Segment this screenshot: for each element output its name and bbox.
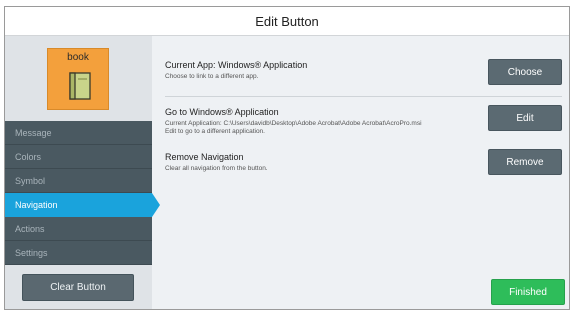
sidebar-item-navigation[interactable]: Navigation — [5, 193, 160, 217]
button-preview[interactable]: book — [47, 48, 109, 110]
book-icon — [69, 72, 91, 100]
sidebar-item-colors[interactable]: Colors — [5, 145, 152, 169]
choose-button[interactable]: Choose — [488, 59, 562, 85]
finished-button[interactable]: Finished — [491, 279, 565, 305]
sidebar-item-actions[interactable]: Actions — [5, 217, 152, 241]
sidebar-item-settings[interactable]: Settings — [5, 241, 152, 265]
edit-button-dialog: Edit Button book Message Colors Symbol N… — [4, 6, 570, 310]
sidebar-menu: Message Colors Symbol Navigation Actions… — [5, 121, 160, 265]
button-preview-label: book — [67, 52, 89, 63]
edit-button[interactable]: Edit — [488, 105, 562, 131]
remove-button[interactable]: Remove — [488, 149, 562, 175]
dialog-title: Edit Button — [5, 7, 569, 36]
sidebar: book Message Colors Symbol Navigation Ac… — [5, 36, 160, 309]
sidebar-item-symbol[interactable]: Symbol — [5, 169, 152, 193]
section-divider — [165, 96, 562, 97]
sidebar-item-message[interactable]: Message — [5, 121, 152, 145]
clear-button[interactable]: Clear Button — [22, 274, 134, 301]
navigation-panel: Current App: Windows® Application Choose… — [152, 36, 569, 309]
